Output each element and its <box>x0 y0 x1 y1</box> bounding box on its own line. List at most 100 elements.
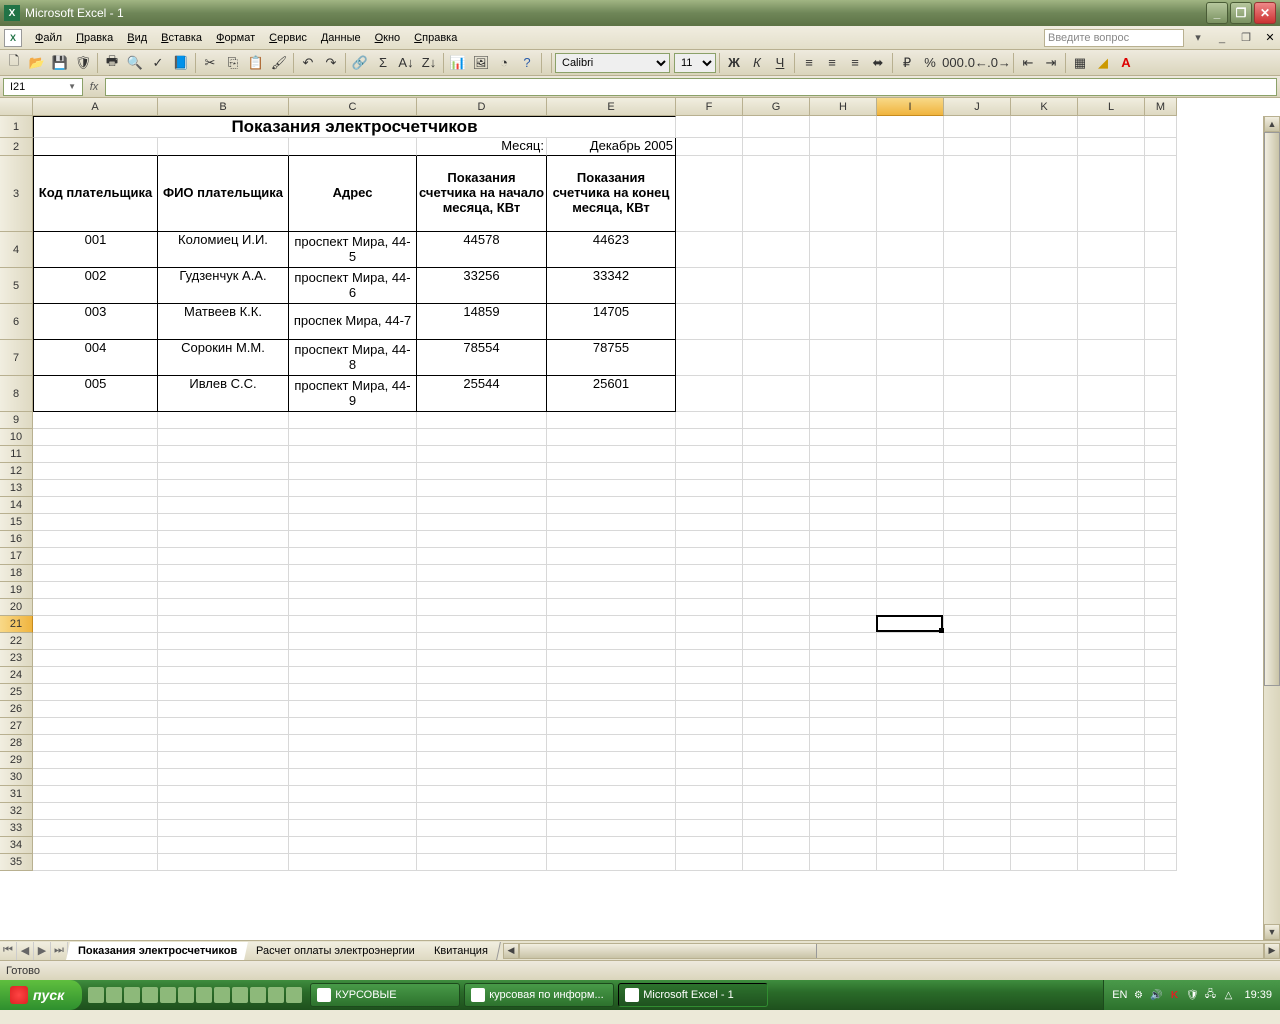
cell-M1[interactable] <box>1145 116 1177 138</box>
cell-K6[interactable] <box>1011 304 1078 340</box>
cell-M32[interactable] <box>1145 803 1177 820</box>
cell-E6[interactable]: 14705 <box>547 304 676 340</box>
cell-A22[interactable] <box>33 633 158 650</box>
cell-B35[interactable] <box>158 854 289 871</box>
cell-J24[interactable] <box>944 667 1011 684</box>
cell-I3[interactable] <box>877 156 944 232</box>
row-header-20[interactable]: 20 <box>0 599 33 616</box>
help-search-input[interactable] <box>1044 29 1184 47</box>
ql-icon[interactable] <box>196 987 212 1003</box>
row-header-14[interactable]: 14 <box>0 497 33 514</box>
cell-J4[interactable] <box>944 232 1011 268</box>
cell-E12[interactable] <box>547 463 676 480</box>
menu-справка[interactable]: Справка <box>407 29 464 47</box>
cell-G7[interactable] <box>743 340 810 376</box>
cell-F7[interactable] <box>676 340 743 376</box>
cell-G31[interactable] <box>743 786 810 803</box>
cell-C18[interactable] <box>289 565 417 582</box>
cell-L4[interactable] <box>1078 232 1145 268</box>
cell-A8[interactable]: 005 <box>33 376 158 412</box>
cell-E11[interactable] <box>547 446 676 463</box>
cell-B24[interactable] <box>158 667 289 684</box>
cell-K1[interactable] <box>1011 116 1078 138</box>
cell-I20[interactable] <box>877 599 944 616</box>
col-header-L[interactable]: L <box>1078 98 1145 116</box>
cell-L26[interactable] <box>1078 701 1145 718</box>
tab-first-button[interactable]: ⏮ <box>0 942 17 960</box>
cell-H19[interactable] <box>810 582 877 599</box>
row-header-15[interactable]: 15 <box>0 514 33 531</box>
cell-I18[interactable] <box>877 565 944 582</box>
cell-A12[interactable] <box>33 463 158 480</box>
cell-I34[interactable] <box>877 837 944 854</box>
col-header-E[interactable]: E <box>547 98 676 116</box>
cell-B2[interactable] <box>158 138 289 156</box>
cell-H5[interactable] <box>810 268 877 304</box>
cell-F29[interactable] <box>676 752 743 769</box>
cell-B21[interactable] <box>158 616 289 633</box>
undo-button[interactable]: ↶ <box>297 52 319 74</box>
zoom-button[interactable]: ◔ <box>493 52 515 74</box>
bold-button[interactable]: Ж <box>723 52 745 74</box>
cell-K17[interactable] <box>1011 548 1078 565</box>
cell-E25[interactable] <box>547 684 676 701</box>
col-header-D[interactable]: D <box>417 98 547 116</box>
cell-C4[interactable]: проспект Мира, 44-5 <box>289 232 417 268</box>
tray-icon[interactable]: 🛡 <box>1185 988 1199 1002</box>
cell-F24[interactable] <box>676 667 743 684</box>
cell-I10[interactable] <box>877 429 944 446</box>
cell-E3[interactable]: Показания счетчика на конец месяца, КВт <box>547 156 676 232</box>
cell-A1[interactable]: Показания электросчетчиков <box>33 116 676 138</box>
cell-D14[interactable] <box>417 497 547 514</box>
row-header-31[interactable]: 31 <box>0 786 33 803</box>
cell-K13[interactable] <box>1011 480 1078 497</box>
cell-D19[interactable] <box>417 582 547 599</box>
cell-J21[interactable] <box>944 616 1011 633</box>
ql-icon[interactable] <box>286 987 302 1003</box>
col-header-I[interactable]: I <box>877 98 944 116</box>
tray-icon[interactable]: △ <box>1221 988 1235 1002</box>
row-header-23[interactable]: 23 <box>0 650 33 667</box>
cell-M34[interactable] <box>1145 837 1177 854</box>
scroll-up-button[interactable]: ▲ <box>1264 116 1280 132</box>
cell-M17[interactable] <box>1145 548 1177 565</box>
cell-B25[interactable] <box>158 684 289 701</box>
cell-G28[interactable] <box>743 735 810 752</box>
cell-K9[interactable] <box>1011 412 1078 429</box>
cell-E15[interactable] <box>547 514 676 531</box>
cell-D12[interactable] <box>417 463 547 480</box>
minimize-button[interactable]: _ <box>1206 2 1228 24</box>
format-painter-button[interactable]: 🖌 <box>268 52 290 74</box>
cell-A24[interactable] <box>33 667 158 684</box>
cell-C7[interactable]: проспект Мира, 44-8 <box>289 340 417 376</box>
underline-button[interactable]: Ч <box>769 52 791 74</box>
fill-color-button[interactable]: ◢ <box>1092 52 1114 74</box>
cell-B28[interactable] <box>158 735 289 752</box>
taskbar-item-2[interactable]: Microsoft Excel - 1 <box>618 983 768 1007</box>
cell-M23[interactable] <box>1145 650 1177 667</box>
cell-A35[interactable] <box>33 854 158 871</box>
cell-K21[interactable] <box>1011 616 1078 633</box>
cell-C33[interactable] <box>289 820 417 837</box>
cell-L23[interactable] <box>1078 650 1145 667</box>
menu-данные[interactable]: Данные <box>314 29 368 47</box>
cell-I35[interactable] <box>877 854 944 871</box>
cell-J15[interactable] <box>944 514 1011 531</box>
tab-prev-button[interactable]: ◀ <box>17 942 34 960</box>
cell-D33[interactable] <box>417 820 547 837</box>
cell-H2[interactable] <box>810 138 877 156</box>
cell-J17[interactable] <box>944 548 1011 565</box>
cell-L29[interactable] <box>1078 752 1145 769</box>
cell-D4[interactable]: 44578 <box>417 232 547 268</box>
cell-M16[interactable] <box>1145 531 1177 548</box>
cell-D11[interactable] <box>417 446 547 463</box>
cell-G17[interactable] <box>743 548 810 565</box>
cell-D5[interactable]: 33256 <box>417 268 547 304</box>
cell-B17[interactable] <box>158 548 289 565</box>
vertical-scrollbar[interactable]: ▲ ▼ <box>1263 116 1280 940</box>
workbook-icon[interactable]: X <box>4 29 22 47</box>
cell-C31[interactable] <box>289 786 417 803</box>
cell-C19[interactable] <box>289 582 417 599</box>
chart-button[interactable]: 📊 <box>447 52 469 74</box>
cell-M13[interactable] <box>1145 480 1177 497</box>
